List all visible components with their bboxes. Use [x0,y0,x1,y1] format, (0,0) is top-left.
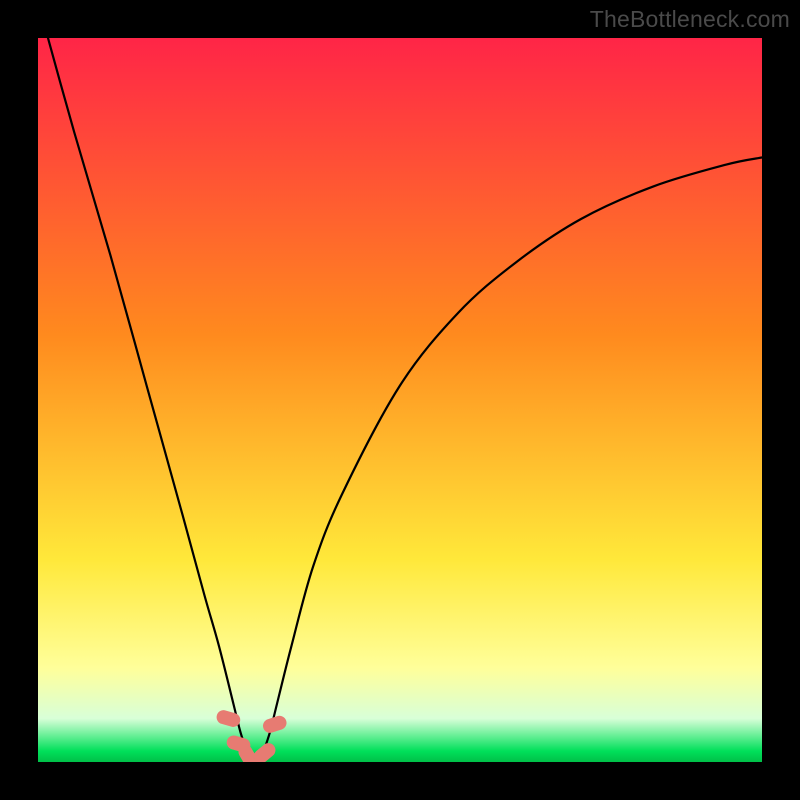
gradient-background [38,38,762,762]
bottleneck-chart [38,38,762,762]
chart-container: { "watermark": "TheBottleneck.com", "col… [0,0,800,800]
watermark-text: TheBottleneck.com [590,6,790,33]
